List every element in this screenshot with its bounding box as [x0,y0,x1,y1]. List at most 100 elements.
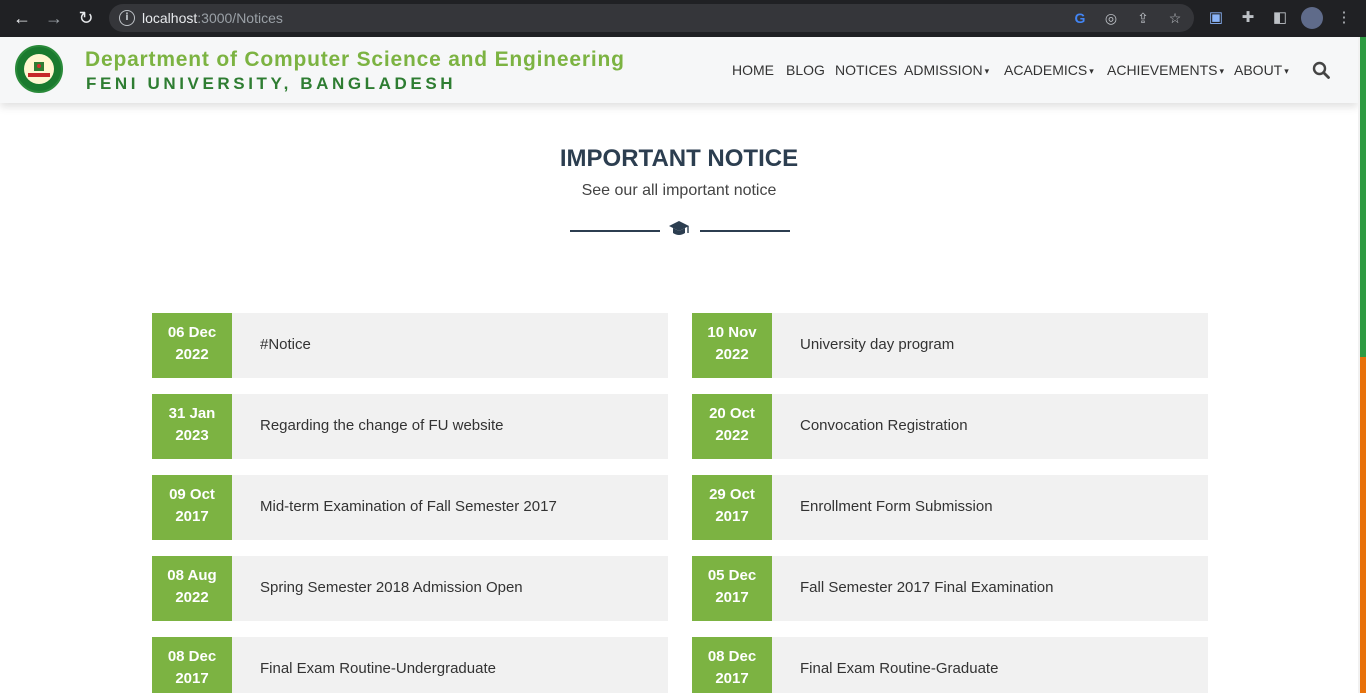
date-day-month: 10 Nov [707,324,757,341]
url-path: :3000/Notices [197,10,283,26]
nav-label: ADMISSION [904,62,983,78]
notice-title-link[interactable]: Convocation Registration [800,417,968,434]
date-year: 2017 [715,589,749,606]
notice-date: 31 Jan 2023 [152,394,232,459]
google-lens-icon[interactable]: G [1071,9,1089,27]
notice-date: 08 Dec 2017 [692,637,772,693]
url-host: localhost [142,10,198,26]
nav-label: ACADEMICS [1004,62,1088,78]
section-subtitle: See our all important notice [581,182,777,199]
notice-date: 29 Oct 2017 [692,475,772,540]
date-day-month: 09 Oct [169,486,215,503]
screenshot-extension-icon[interactable]: ▣ [1206,8,1226,28]
notice-date: 20 Oct 2022 [692,394,772,459]
divider-left [570,230,660,232]
nav-label: ABOUT [1234,62,1283,78]
notice-title-link[interactable]: Mid-term Examination of Fall Semester 20… [260,498,557,515]
notice-card[interactable]: 29 Oct 2017 Enrollment Form Submission [692,475,1208,540]
nav-about[interactable]: ABOUT ▾ [1234,62,1289,78]
notice-date: 09 Oct 2017 [152,475,232,540]
side-panel-icon[interactable]: ◧ [1270,8,1290,28]
nav-notices[interactable]: NOTICES [835,62,897,78]
notice-date: 10 Nov 2022 [692,313,772,378]
notice-title-link[interactable]: Final Exam Routine-Undergraduate [260,660,496,677]
search-icon[interactable] [1312,61,1330,79]
caret-down-icon: ▾ [1284,66,1289,76]
date-year: 2023 [175,427,209,444]
site-info-icon[interactable]: i [119,10,135,26]
section-title: IMPORTANT NOTICE [559,145,799,172]
date-day-month: 31 Jan [168,405,216,422]
date-day-month: 08 Dec [707,648,757,665]
url-text[interactable]: localhost:3000/Notices [142,10,283,26]
notice-card[interactable]: 20 Oct 2022 Convocation Registration [692,394,1208,459]
site-header: Department of Computer Science and Engin… [0,37,1358,103]
notice-title-link[interactable]: #Notice [260,336,311,353]
eye-off-icon[interactable]: ◎ [1102,9,1120,27]
caret-down-icon: ▾ [984,66,990,76]
notice-card[interactable]: 08 Aug 2022 Spring Semester 2018 Admissio… [152,556,668,621]
date-year: 2022 [715,346,749,363]
notice-card[interactable]: 08 Dec 2017 Final Exam Routine-Graduate [692,637,1208,693]
share-icon[interactable]: ⇪ [1134,9,1152,27]
profile-avatar[interactable] [1301,7,1323,29]
date-year: 2022 [175,346,209,363]
divider-right [700,230,790,232]
date-day-month: 08 Dec [167,648,217,665]
date-year: 2017 [715,508,749,525]
forward-arrow-icon[interactable]: → [42,6,66,30]
notice-card[interactable]: 08 Dec 2017 Final Exam Routine-Undergradu… [152,637,668,693]
logo-sun [37,64,41,68]
graduation-cap-icon [669,221,689,235]
nav-achievements[interactable]: ACHIEVEMENTS ▾ [1107,62,1224,78]
nav-admission[interactable]: ADMISSION ▾ [904,62,989,78]
logo-emblem [24,54,54,84]
date-day-month: 08 Aug [167,567,217,584]
notice-date: 06 Dec 2022 [152,313,232,378]
notice-title-link[interactable]: Fall Semester 2017 Final Examination [800,579,1053,596]
department-title: Department of Computer Science and Engin… [85,48,625,71]
date-day-month: 29 Oct [709,486,755,503]
date-day-month: 20 Oct [709,405,755,422]
notice-date: 08 Aug 2022 [152,556,232,621]
date-year: 2017 [715,670,749,687]
caret-down-icon: ▾ [1219,66,1224,76]
page-scrollbar-lower[interactable] [1360,357,1366,693]
notice-title-link[interactable]: University day program [800,336,954,353]
nav-label: BLOG [786,62,825,78]
reload-icon[interactable]: ↻ [74,6,98,30]
browser-chrome: ← → ↻ i localhost:3000/Notices G ◎ ⇪ ☆ ▣… [0,0,1366,37]
bookmark-star-icon[interactable]: ☆ [1166,9,1184,27]
notice-date: 05 Dec 2017 [692,556,772,621]
university-logo[interactable] [15,45,63,93]
notice-title-link[interactable]: Regarding the change of FU website [260,417,503,434]
notice-card[interactable]: 10 Nov 2022 University day program [692,313,1208,378]
nav-academics[interactable]: ACADEMICS ▾ [1004,62,1094,78]
date-day-month: 05 Dec [707,567,757,584]
notice-date: 08 Dec 2017 [152,637,232,693]
extensions-puzzle-icon[interactable]: ✚ [1238,8,1258,28]
date-year: 2017 [175,508,209,525]
date-year: 2022 [175,589,209,606]
notice-card[interactable]: 09 Oct 2017 Mid-term Examination of Fall … [152,475,668,540]
back-arrow-icon[interactable]: ← [10,6,34,30]
notice-title-link[interactable]: Spring Semester 2018 Admission Open [260,579,523,596]
nav-label: ACHIEVEMENTS [1107,62,1218,78]
nav-home[interactable]: HOME [732,62,774,78]
notice-title-link[interactable]: Enrollment Form Submission [800,498,993,515]
page-scrollbar-thumb[interactable] [1360,37,1366,357]
date-year: 2017 [175,670,209,687]
date-year: 2022 [715,427,749,444]
logo-ribbon [28,73,50,77]
nav-blog[interactable]: BLOG [786,62,825,78]
notice-card[interactable]: 05 Dec 2017 Fall Semester 2017 Final Exam… [692,556,1208,621]
university-name: FENI UNIVERSITY, BANGLADESH [86,74,457,93]
notice-card[interactable]: 31 Jan 2023 Regarding the change of FU we… [152,394,668,459]
caret-down-icon: ▾ [1089,66,1094,76]
address-bar[interactable]: i localhost:3000/Notices G ◎ ⇪ ☆ [109,4,1194,32]
notice-card[interactable]: 06 Dec 2022 #Notice [152,313,668,378]
nav-label: NOTICES [835,62,898,78]
notice-title-link[interactable]: Final Exam Routine-Graduate [800,660,998,677]
date-day-month: 06 Dec [167,324,217,341]
menu-kebab-icon[interactable]: ⋮ [1334,8,1354,28]
